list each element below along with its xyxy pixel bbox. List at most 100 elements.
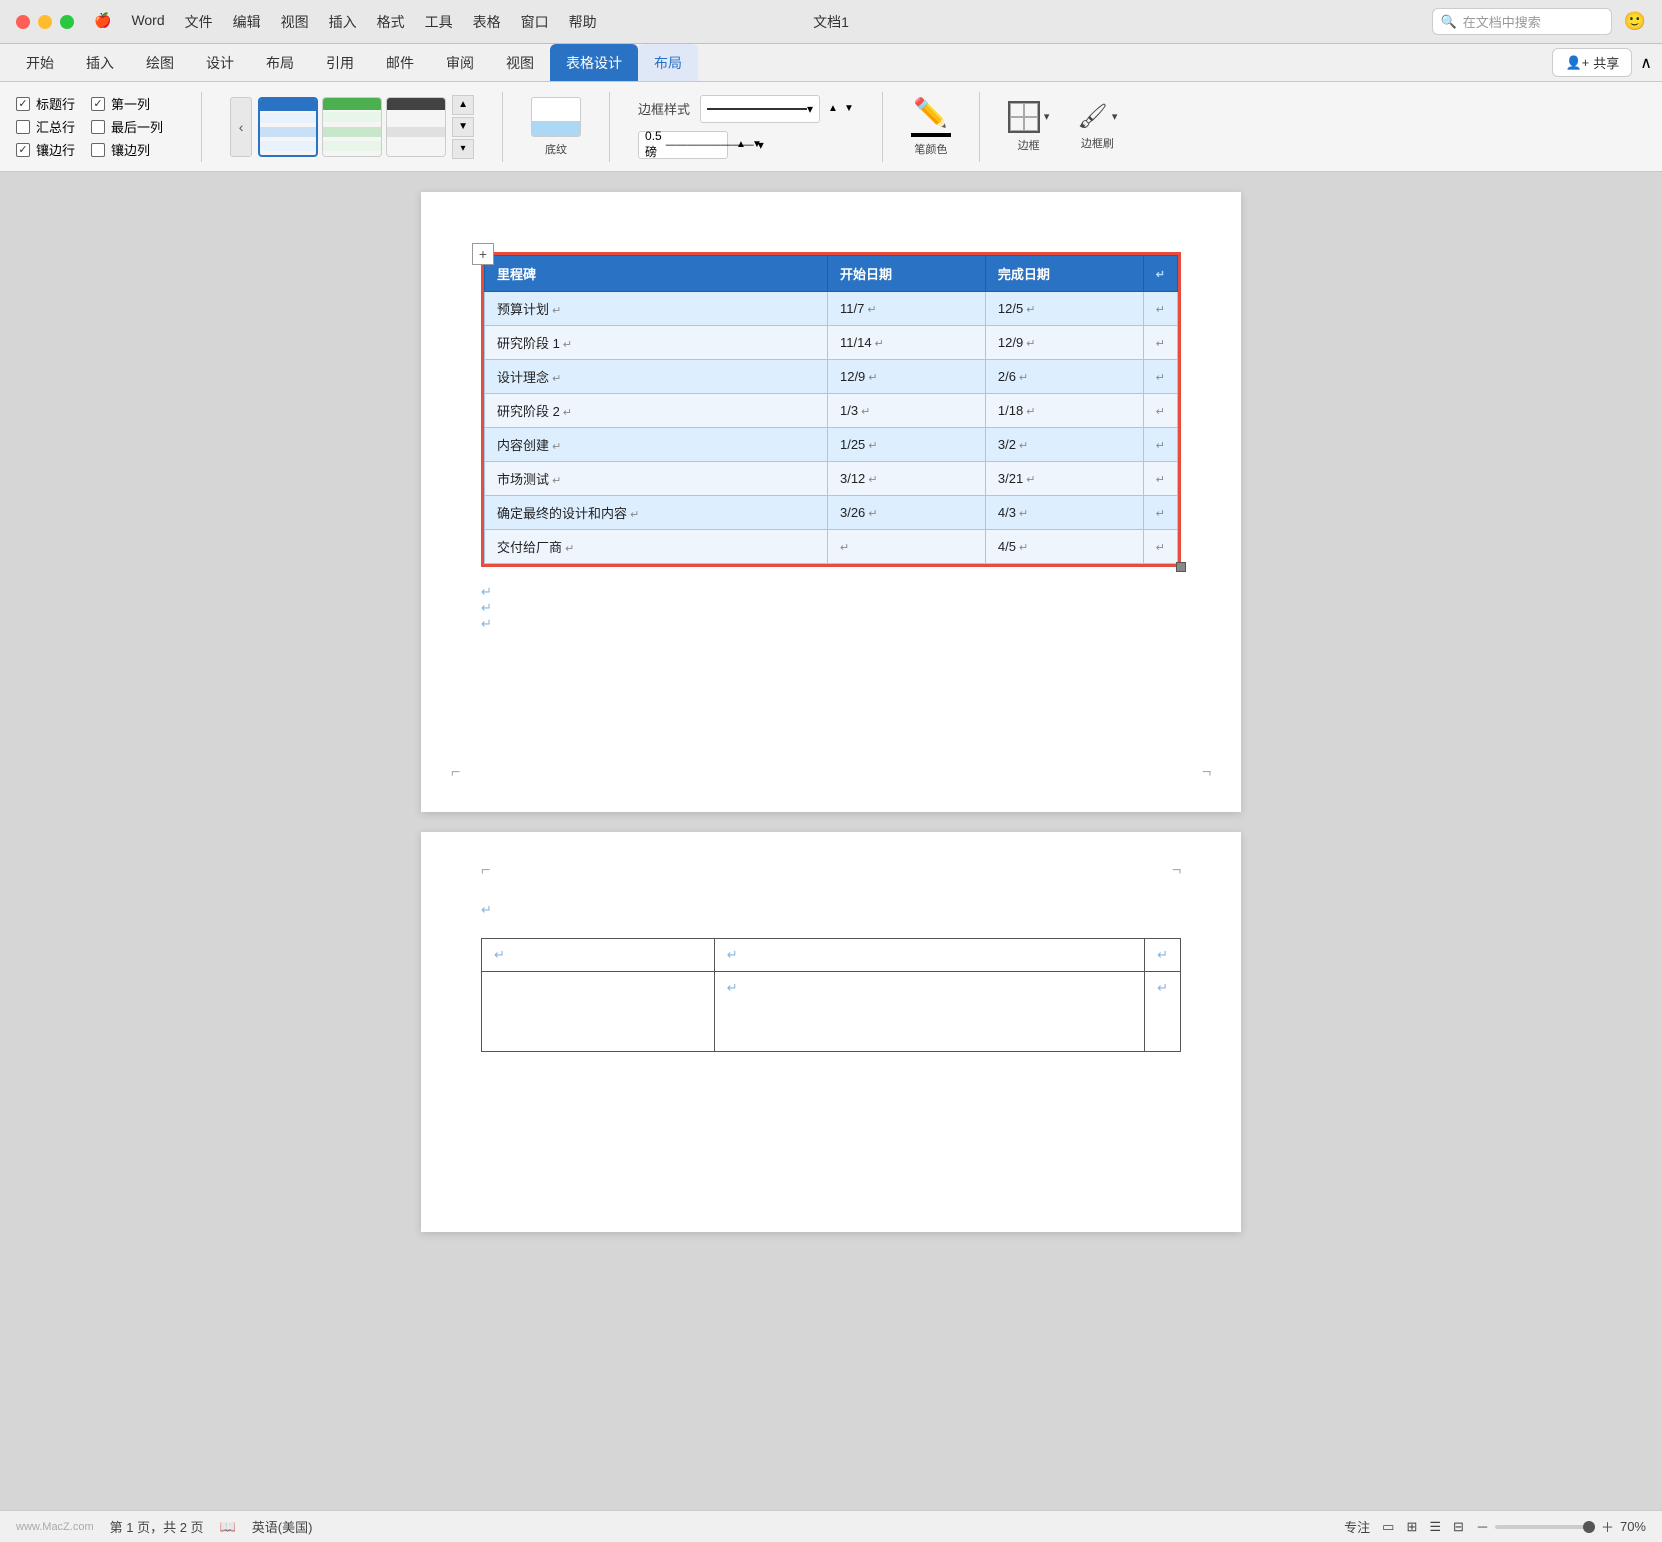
cell-start[interactable]: 11/14 ↵ [827, 326, 985, 360]
tab-table-layout[interactable]: 布局 [638, 44, 698, 81]
minimize-button[interactable] [38, 15, 52, 29]
page2-cell-2[interactable]: ↵ [714, 939, 1144, 972]
cell-end[interactable]: 3/2 ↵ [985, 428, 1143, 462]
cell-start[interactable]: ↵ [827, 530, 985, 564]
border-brush-icon[interactable]: 🖌 [1077, 102, 1107, 131]
shading-button[interactable] [531, 97, 581, 137]
title-bar-right: 🔍 在文档中搜索 🙂 [1432, 8, 1646, 35]
menu-file[interactable]: 文件 [185, 12, 213, 32]
styles-expand-arrow[interactable]: ▾ [452, 139, 474, 159]
styles-prev-arrow[interactable]: ‹ [230, 97, 252, 157]
cell-end[interactable]: 4/3 ↵ [985, 496, 1143, 530]
checkbox-banded-row[interactable]: ✓ 镶边行 镶边列 [16, 140, 163, 159]
tab-mail[interactable]: 邮件 [370, 44, 430, 81]
tab-review[interactable]: 审阅 [430, 44, 490, 81]
layout-icon-1[interactable]: ▭ [1382, 1519, 1394, 1535]
menu-format[interactable]: 格式 [377, 12, 405, 32]
menu-table[interactable]: 表格 [473, 12, 501, 32]
page2-cell-4[interactable] [482, 972, 715, 1052]
tab-layout[interactable]: 布局 [250, 44, 310, 81]
checkbox-banded-rows[interactable]: ✓ [16, 143, 30, 157]
cell-end[interactable]: 3/21 ↵ [985, 462, 1143, 496]
cell-milestone[interactable]: 内容创建 ↵ [485, 428, 828, 462]
menu-window[interactable]: 窗口 [521, 12, 549, 32]
zoom-slider-thumb[interactable] [1583, 1521, 1595, 1533]
page2-cell-6[interactable]: ↵ [1145, 972, 1181, 1052]
cell-milestone[interactable]: 市场测试 ↵ [485, 462, 828, 496]
tab-design[interactable]: 设计 [190, 44, 250, 81]
cell-start[interactable]: 11/7 ↵ [827, 292, 985, 326]
share-button[interactable]: 👤+ 共享 [1552, 48, 1632, 77]
cell-end[interactable]: 2/6 ↵ [985, 360, 1143, 394]
tab-insert[interactable]: 插入 [70, 44, 130, 81]
cell-start[interactable]: 3/26 ↵ [827, 496, 985, 530]
layout-icon-3[interactable]: ☰ [1429, 1519, 1441, 1535]
styles-up-arrow[interactable]: ▲ [452, 95, 474, 115]
cell-milestone[interactable]: 预算计划 ↵ [485, 292, 828, 326]
menu-word[interactable]: Word [131, 12, 164, 32]
table-add-icon[interactable]: + [472, 243, 494, 265]
tab-table-design[interactable]: 表格设计 [550, 44, 638, 81]
cell-end[interactable]: 1/18 ↵ [985, 394, 1143, 428]
checkbox-first-col[interactable]: ✓ [91, 97, 105, 111]
page2-cell-1[interactable]: ↵ [482, 939, 715, 972]
border-dropdown-arrow[interactable]: ▾ [1044, 110, 1050, 123]
tab-references[interactable]: 引用 [310, 44, 370, 81]
cell-milestone[interactable]: 交付给厂商 ↵ [485, 530, 828, 564]
cell-start[interactable]: 12/9 ↵ [827, 360, 985, 394]
border-brush-dropdown-arrow[interactable]: ▾ [1112, 110, 1118, 123]
ribbon-collapse-icon[interactable]: ∧ [1640, 53, 1652, 73]
cell-milestone[interactable]: 确定最终的设计和内容 ↵ [485, 496, 828, 530]
border-style-up[interactable]: ▲ [828, 103, 838, 114]
tab-view[interactable]: 视图 [490, 44, 550, 81]
cell-milestone[interactable]: 研究阶段 1 ↵ [485, 326, 828, 360]
table-resize-handle[interactable] [1176, 562, 1186, 572]
border-style-down[interactable]: ▼ [844, 103, 854, 114]
cell-end[interactable]: 4/5 ↵ [985, 530, 1143, 564]
checkbox-total[interactable] [16, 120, 30, 134]
zoom-plus-button[interactable]: ＋ [1601, 1517, 1614, 1536]
focus-label[interactable]: 专注 [1344, 1517, 1370, 1536]
page2-cell-3[interactable]: ↵ [1145, 939, 1181, 972]
cell-end[interactable]: 12/9 ↵ [985, 326, 1143, 360]
checkbox-banded-cols[interactable] [91, 143, 105, 157]
checkbox-total-row[interactable]: 汇总行 最后一列 [16, 117, 163, 136]
menu-view[interactable]: 视图 [281, 12, 309, 32]
zoom-slider[interactable] [1495, 1525, 1595, 1529]
layout-icon-2[interactable]: ⊞ [1406, 1519, 1417, 1535]
menu-help[interactable]: 帮助 [569, 12, 597, 32]
cell-milestone[interactable]: 设计理念 ↵ [485, 360, 828, 394]
search-box[interactable]: 🔍 在文档中搜索 [1432, 8, 1612, 35]
border-width-select[interactable]: 0.5 磅 ———————— ▾ [638, 131, 728, 159]
apple-menu[interactable]: 🍎 [94, 12, 111, 32]
cell-start[interactable]: 3/12 ↵ [827, 462, 985, 496]
status-bar: www.MacZ.com 第 1 页，共 2 页 📖 英语(美国) 专注 ▭ ⊞… [0, 1510, 1662, 1542]
cell-milestone[interactable]: 研究阶段 2 ↵ [485, 394, 828, 428]
border-width-down[interactable]: ▼ [752, 139, 762, 150]
page2-cell-5[interactable]: ↵ [714, 972, 1144, 1052]
table-style-1[interactable] [258, 97, 318, 157]
menu-insert[interactable]: 插入 [329, 12, 357, 32]
zoom-minus-button[interactable]: － [1476, 1517, 1489, 1536]
table-style-2[interactable] [322, 97, 382, 157]
account-icon[interactable]: 🙂 [1624, 11, 1646, 32]
cell-end[interactable]: 12/5 ↵ [985, 292, 1143, 326]
border-style-select[interactable]: ▾ [700, 95, 820, 123]
styles-down-arrow[interactable]: ▼ [452, 117, 474, 137]
maximize-button[interactable] [60, 15, 74, 29]
border-width-up[interactable]: ▲ [736, 139, 746, 150]
checkbox-title-row[interactable]: ✓ 标题行 ✓ 第一列 [16, 94, 163, 113]
cell-start[interactable]: 1/25 ↵ [827, 428, 985, 462]
cell-start[interactable]: 1/3 ↵ [827, 394, 985, 428]
close-button[interactable] [16, 15, 30, 29]
border-icon[interactable] [1008, 101, 1040, 133]
table-style-3[interactable] [386, 97, 446, 157]
tab-draw[interactable]: 绘图 [130, 44, 190, 81]
menu-tools[interactable]: 工具 [425, 12, 453, 32]
layout-icon-4[interactable]: ⊟ [1453, 1519, 1464, 1535]
tab-start[interactable]: 开始 [10, 44, 70, 81]
menu-edit[interactable]: 编辑 [233, 12, 261, 32]
checkbox-title[interactable]: ✓ [16, 97, 30, 111]
checkbox-last-col[interactable] [91, 120, 105, 134]
page2-row-2: ↵ ↵ [482, 972, 1181, 1052]
